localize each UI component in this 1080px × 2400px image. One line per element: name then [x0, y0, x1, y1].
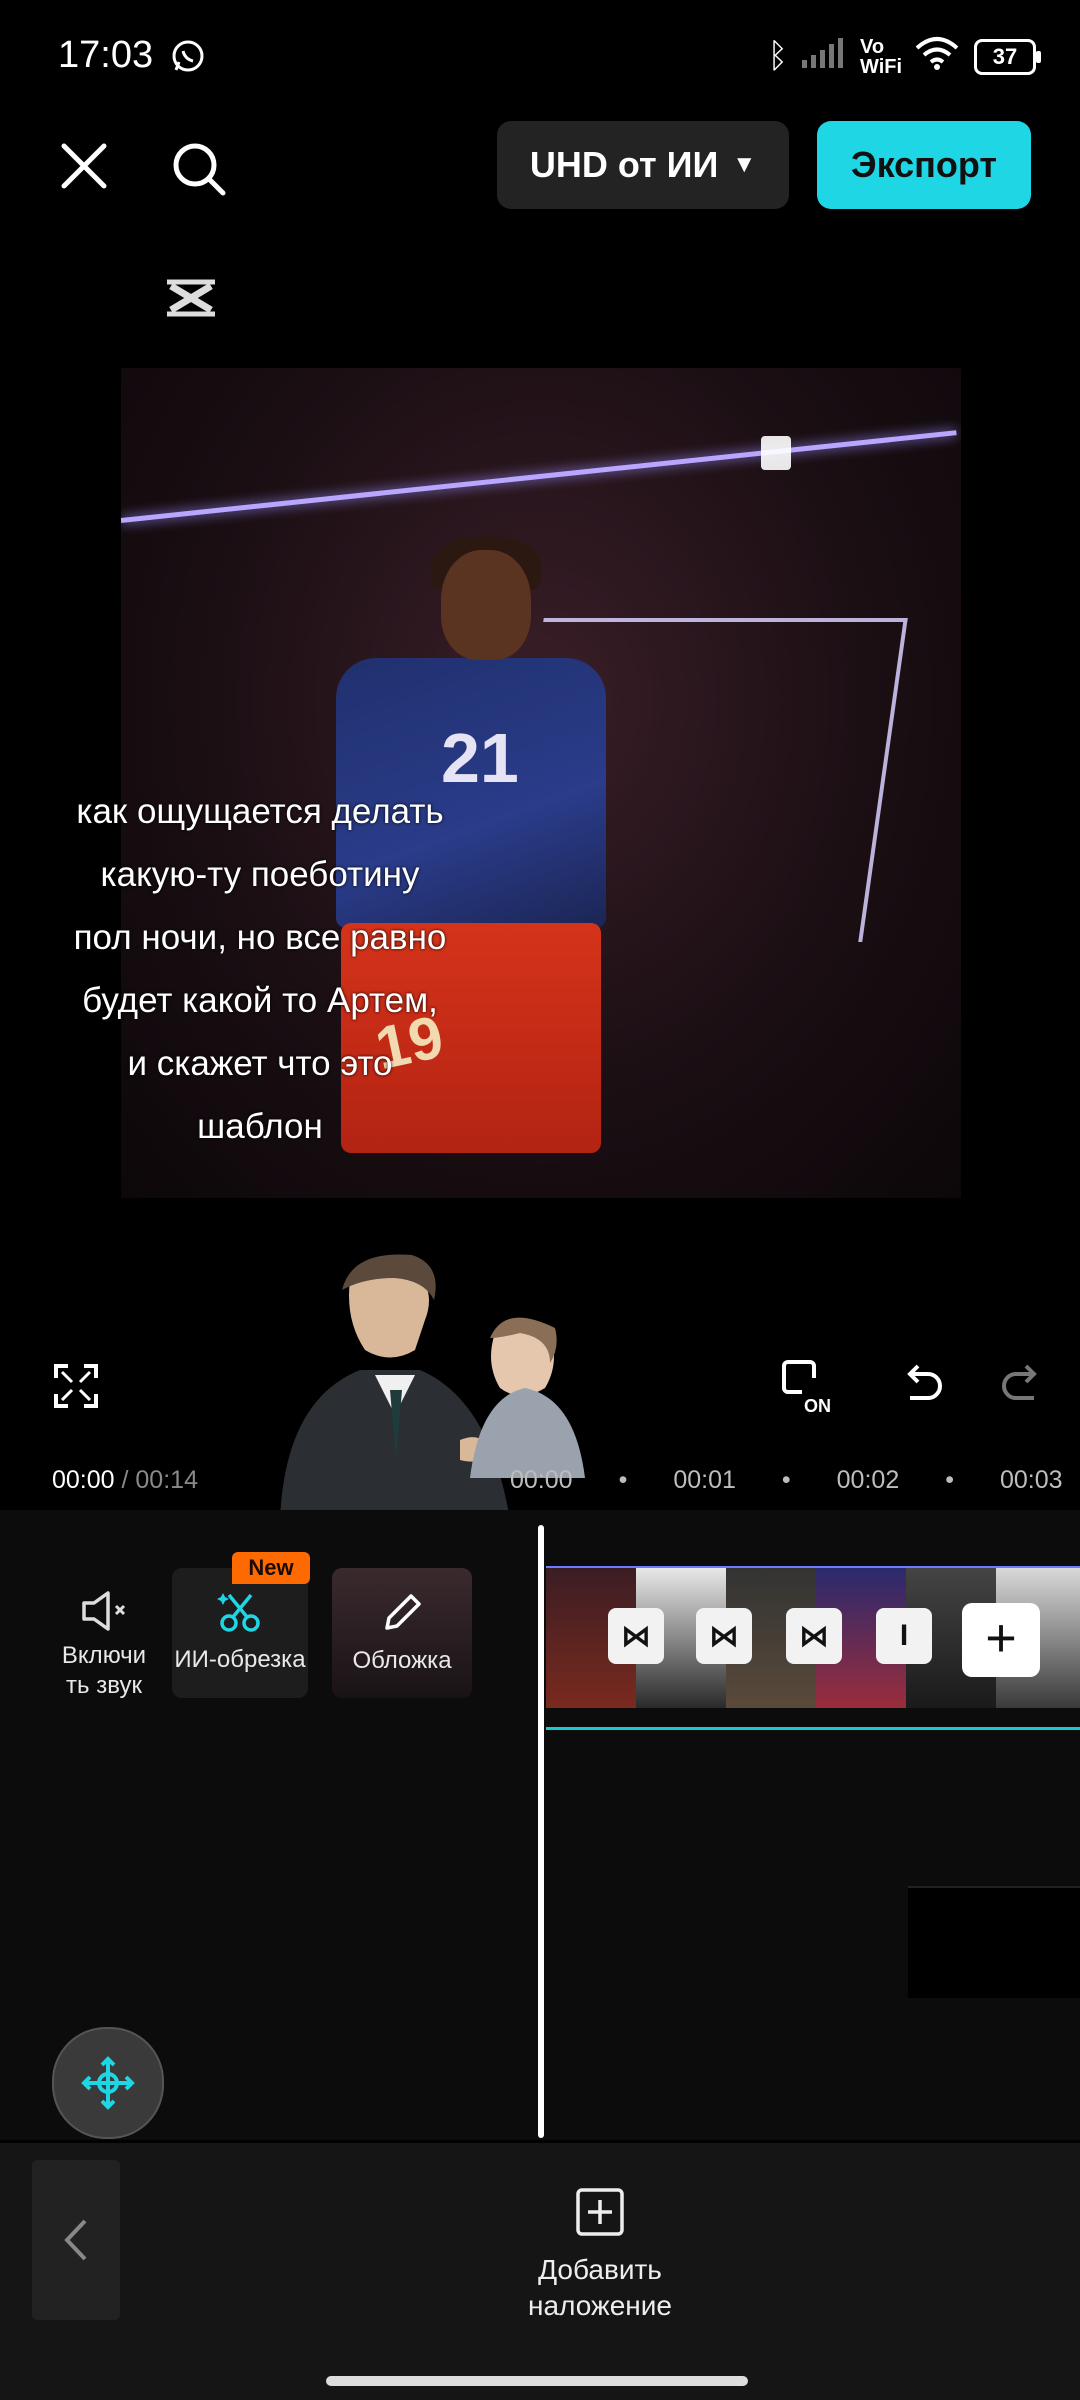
- status-indicators: ᛒ Vo WiFi 37: [767, 35, 1041, 78]
- enable-sound-button[interactable]: Включи ть звук: [40, 1575, 168, 1715]
- svg-text:ON: ON: [804, 1396, 831, 1416]
- add-overlay-icon: [576, 2188, 624, 2236]
- ruler-mark: 00:01: [673, 1466, 736, 1494]
- total-time: / 00:14: [121, 1466, 198, 1494]
- transition-icon[interactable]: ⋈: [786, 1608, 842, 1664]
- caption-text[interactable]: как ощущается делать какую-ту поеботину …: [70, 780, 450, 1158]
- add-overlay-button[interactable]: Добавить наложение: [490, 2186, 710, 2324]
- track-underline: [546, 1727, 1080, 1730]
- redo-icon[interactable]: [996, 1360, 1048, 1412]
- fullscreen-icon[interactable]: [50, 1360, 102, 1412]
- keyframe-fab[interactable]: [52, 2027, 164, 2139]
- undo-icon[interactable]: [896, 1360, 948, 1412]
- ruler-dot: •: [945, 1466, 954, 1494]
- ruler-mark: 00:02: [836, 1466, 900, 1494]
- add-overlay-label: Добавить наложение: [528, 2254, 672, 2321]
- battery-icon: 37: [974, 38, 1041, 75]
- enable-sound-label: Включи ть звук: [61, 1642, 147, 1699]
- ruler-dot: •: [618, 1466, 628, 1494]
- chevron-left-icon: [64, 2219, 87, 2261]
- back-button[interactable]: [32, 2160, 120, 2320]
- anime-girl-sticker[interactable]: [460, 1308, 590, 1478]
- add-clip-button[interactable]: +: [962, 1603, 1040, 1677]
- current-time: 00:00: [52, 1466, 115, 1494]
- search-icon[interactable]: [166, 136, 232, 202]
- status-time: 17:03: [58, 34, 154, 76]
- cover-button[interactable]: Обложка: [332, 1568, 472, 1698]
- quality-dropdown[interactable]: UHD от ИИ ▼: [497, 121, 789, 209]
- home-indicator[interactable]: [326, 2376, 748, 2386]
- quality-label: UHD от ИИ: [529, 144, 719, 185]
- overlay-clip[interactable]: [908, 1886, 1080, 1998]
- player-head: [441, 550, 531, 660]
- ruler-mark: 00:00: [510, 1466, 573, 1494]
- time-ruler[interactable]: 00:00 • 00:01 • 00:02 • 00:03: [510, 1466, 1063, 1495]
- transition-icon[interactable]: ⋈: [608, 1608, 664, 1664]
- battery-level: 37: [992, 43, 1018, 69]
- ai-crop-label: ИИ-обрезка: [174, 1646, 306, 1673]
- transition-cut-icon[interactable]: I: [876, 1608, 932, 1664]
- network-label: Vo WiFi: [860, 35, 903, 78]
- wifi-icon: [914, 36, 960, 77]
- export-button[interactable]: Экспорт: [817, 121, 1031, 209]
- light-spot: [761, 436, 791, 470]
- caret-down-icon: ▼: [732, 151, 757, 178]
- transition-icon[interactable]: ⋈: [696, 1608, 752, 1664]
- ai-scissors-icon: [217, 1593, 260, 1632]
- keyframe-toggle-icon[interactable]: ON: [780, 1356, 844, 1416]
- shirt-number: 21: [441, 719, 519, 797]
- close-icon[interactable]: [56, 138, 112, 194]
- ai-crop-button[interactable]: ИИ-обрезка: [172, 1568, 308, 1698]
- move-arrows-icon: [81, 2056, 135, 2110]
- playback-time: 00:00 / 00:14: [52, 1466, 198, 1495]
- stadium-light: [121, 430, 957, 523]
- new-badge: New: [232, 1552, 310, 1584]
- capcut-logo-icon: [161, 268, 221, 328]
- ruler-mark: 00:03: [999, 1466, 1063, 1494]
- speaker-muted-icon: [82, 1591, 126, 1631]
- ruler-dot: •: [781, 1466, 791, 1494]
- cover-label: Обложка: [352, 1647, 452, 1674]
- signal-icon: [802, 38, 846, 75]
- edit-pencil-icon: [385, 1594, 421, 1630]
- whatsapp-icon: [170, 38, 206, 79]
- playhead[interactable]: [538, 1525, 544, 2138]
- bluetooth-icon: ᛒ: [767, 37, 788, 75]
